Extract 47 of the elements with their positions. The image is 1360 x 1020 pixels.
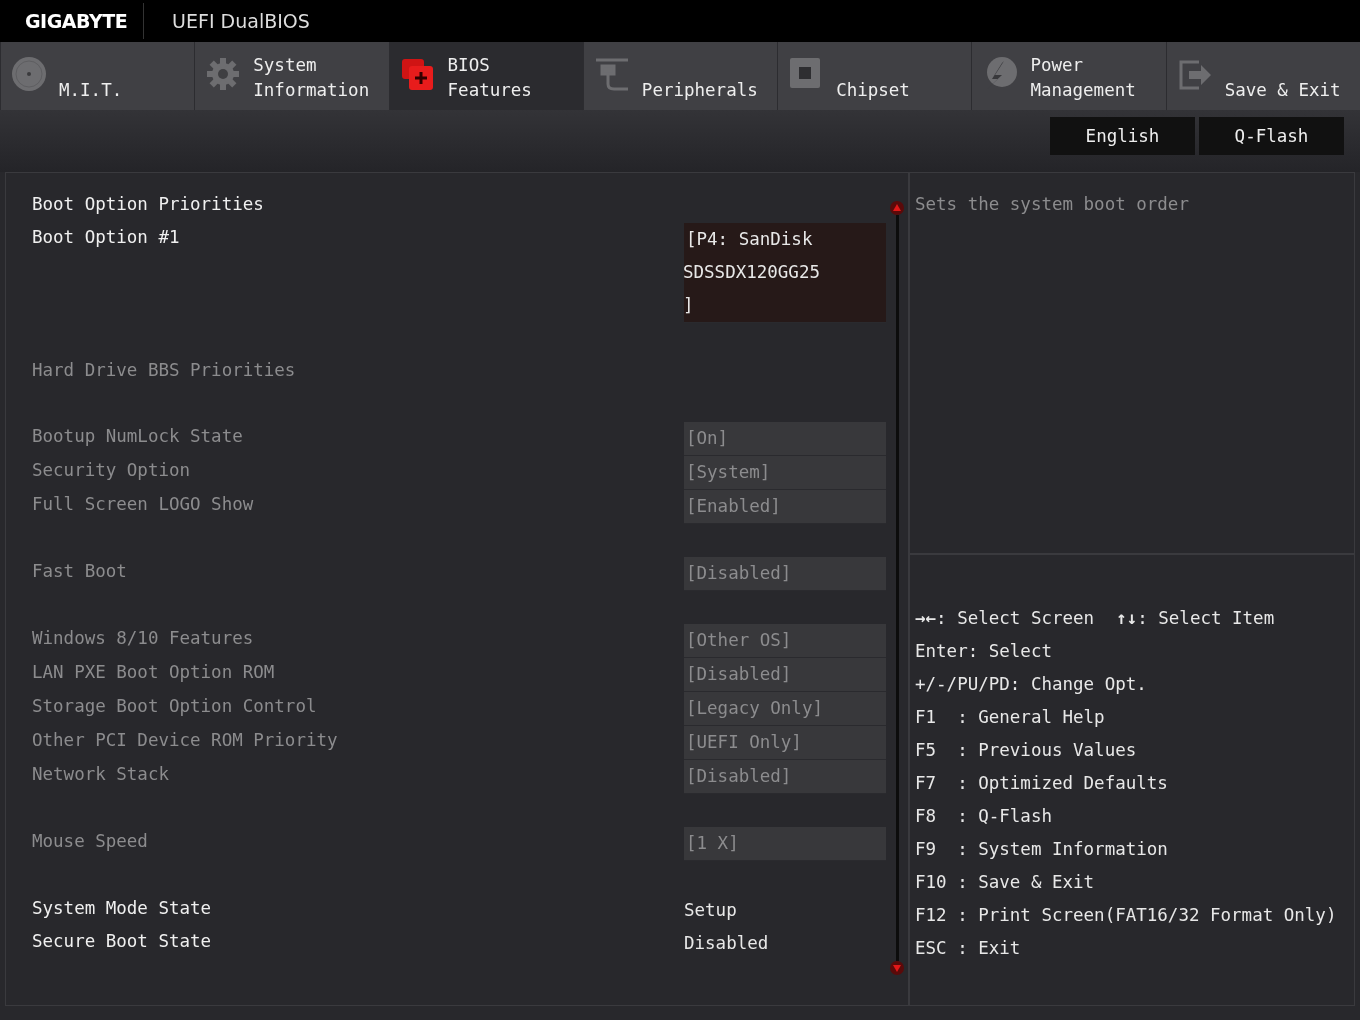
- key-hint: F5 : Previous Values: [915, 739, 1138, 762]
- menu-tab[interactable]: System Information: [194, 42, 389, 110]
- setting-label: Storage Boot Option Control: [32, 695, 317, 718]
- window-title: UEFI DualBIOS: [172, 10, 310, 32]
- key-hint: ESC : Exit: [915, 937, 1022, 960]
- key-hint: ↑↓: Select Item: [1116, 607, 1275, 630]
- setting-label: Secure Boot State: [32, 930, 212, 953]
- setting-label: Full Screen LOGO Show: [32, 493, 254, 516]
- status-value: Disabled: [684, 932, 770, 955]
- menu-tab[interactable]: Chipset: [777, 42, 972, 110]
- setting-label: Security Option: [32, 459, 191, 482]
- key-hint: F12 : Print Screen(FAT16/32 Format Only): [915, 904, 1338, 927]
- setting-label: Boot Option #1: [32, 226, 180, 249]
- key-hint: Enter: Select: [915, 640, 1053, 663]
- brand-logo: GIGABYTE: [25, 10, 128, 32]
- setting-label[interactable]: Boot Option Priorities: [32, 190, 264, 218]
- chip-icon: [399, 56, 436, 92]
- setting-label: Windows 8/10 Features: [32, 627, 254, 650]
- menu-tab[interactable]: M.I.T.: [0, 42, 195, 110]
- gear-icon: [205, 56, 242, 92]
- disc-icon: [11, 56, 47, 92]
- menu-tab[interactable]: BIOS Features: [388, 42, 583, 110]
- menu-tab[interactable]: Peripherals: [582, 42, 778, 110]
- setting-label: Fast Boot: [32, 560, 127, 583]
- key-hint: F1 : General Help: [915, 706, 1106, 729]
- key-hint: F9 : System Information: [915, 838, 1169, 861]
- setting-label: LAN PXE Boot Option ROM: [32, 661, 275, 684]
- key-hint: F7 : Optimized Defaults: [915, 772, 1169, 795]
- key-hint: +/-/PU/PD: Change Opt.: [915, 673, 1148, 696]
- setting-label: System Mode State: [32, 897, 212, 920]
- key-hint: F8 : Q-Flash: [915, 805, 1053, 828]
- setting-label: Other PCI Device ROM Priority: [32, 729, 338, 752]
- menu-tab[interactable]: Power Management: [971, 42, 1166, 110]
- setting-value[interactable]: [P4: SanDisk SDSSDX120GG25 ]: [684, 223, 886, 323]
- scroll-down-icon[interactable]: [890, 961, 904, 975]
- toolbar-button[interactable]: English: [1050, 117, 1195, 155]
- toolbar-button[interactable]: Q-Flash: [1199, 117, 1344, 155]
- setting-label: Mouse Speed: [32, 830, 148, 853]
- menu-tab[interactable]: Save & Exit: [1165, 42, 1360, 110]
- plug-icon: [593, 56, 630, 92]
- key-hint: →←: Select Screen: [915, 607, 1095, 630]
- status-value: Setup: [684, 899, 738, 922]
- key-hint: F10 : Save & Exit: [915, 871, 1096, 894]
- scroll-up-icon[interactable]: [890, 201, 904, 215]
- help-description: Sets the system boot order: [915, 194, 1189, 214]
- setting-label: Network Stack: [32, 763, 169, 786]
- setting-label: Bootup NumLock State: [32, 425, 243, 448]
